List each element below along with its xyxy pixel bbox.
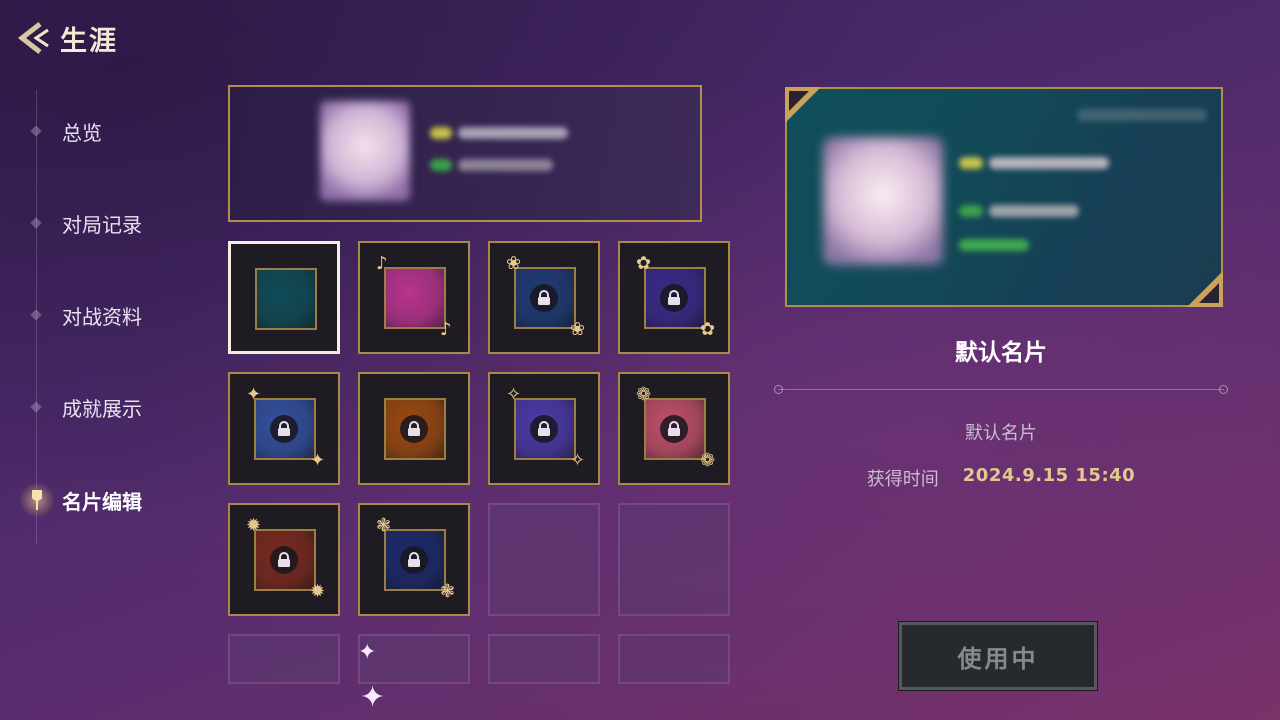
card-tile[interactable]: ❃ ❃ (358, 503, 470, 616)
obtain-time-label: 获得时间 (866, 469, 939, 490)
player-name (989, 157, 1109, 169)
card-decoration-icon: ✧ (570, 450, 586, 471)
empty-card-slot[interactable] (618, 634, 730, 684)
card-decoration-icon: ✧ (506, 384, 522, 405)
card-decoration-icon: ♪ (376, 253, 388, 274)
card-thumbnail (384, 267, 446, 329)
page-title: 生涯 (60, 25, 118, 57)
card-id (1077, 109, 1207, 121)
empty-card-slot[interactable] (228, 634, 340, 684)
player-name (458, 127, 568, 139)
card-decoration-icon: ❁ (700, 450, 716, 471)
profile-card-preview (228, 85, 702, 222)
lock-icon (660, 283, 688, 312)
card-decoration-icon: ❁ (636, 384, 652, 405)
card-tile[interactable] (358, 372, 470, 485)
avatar (823, 137, 943, 265)
lock-icon (270, 414, 298, 443)
card-decoration-icon: ❀ (570, 319, 586, 340)
sidebar-item-label: 总览 (62, 120, 102, 145)
back-button[interactable] (14, 18, 54, 58)
card-tile[interactable]: ✿ ✿ (618, 241, 730, 354)
diamond-bullet-icon (30, 217, 42, 229)
status-icon (430, 159, 452, 171)
empty-card-slot[interactable] (488, 503, 600, 616)
corner-ornament-icon (785, 87, 821, 123)
card-tile[interactable]: ❁ ❁ (618, 372, 730, 485)
card-thumbnail (255, 268, 317, 330)
lock-icon (660, 414, 688, 443)
sidebar-item-label: 名片编辑 (62, 489, 142, 514)
selected-card-preview (785, 87, 1223, 307)
in-use-button[interactable]: 使用中 (898, 621, 1098, 691)
sidebar-item-label: 成就展示 (62, 396, 142, 421)
diamond-bullet-icon (30, 309, 42, 321)
diamond-bullet-icon (30, 401, 42, 413)
card-tile[interactable]: ✦ ✦ (228, 372, 340, 485)
sidebar-item-label: 对局记录 (62, 212, 142, 237)
card-tile[interactable]: ♪ ♪ (358, 241, 470, 354)
card-decoration-icon: ✹ (310, 581, 326, 602)
sparkle-icon: ✦ (360, 680, 386, 715)
card-decoration-icon: ✦ (310, 450, 326, 471)
empty-card-slot[interactable] (618, 503, 730, 616)
diamond-bullet-icon (30, 125, 42, 137)
card-decoration-icon: ❃ (376, 515, 392, 536)
rank-icon (430, 127, 452, 139)
obtain-time-value: 2024.9.15 15:40 (962, 465, 1136, 486)
card-decoration-icon: ♪ (440, 319, 452, 340)
card-decoration-icon: ❀ (506, 253, 522, 274)
status-icon (959, 205, 983, 217)
card-decoration-icon: ✹ (246, 515, 262, 536)
badge (959, 239, 1029, 251)
empty-card-slot[interactable] (488, 634, 600, 684)
sidebar-item-card-edit[interactable]: 名片编辑 (0, 480, 190, 520)
obtain-time-row: 获得时间 2024.9.15 15:40 (778, 465, 1224, 491)
divider (774, 385, 1228, 394)
card-tile[interactable]: ✹ ✹ (228, 503, 340, 616)
card-decoration-icon: ✿ (700, 319, 716, 340)
sidebar-item-battle-stats[interactable]: 对战资料 (0, 295, 190, 335)
card-decoration-icon: ✦ (246, 384, 262, 405)
card-edit-icon (20, 483, 54, 517)
rank-icon (959, 157, 983, 169)
lock-icon (400, 545, 428, 574)
lock-icon (530, 283, 558, 312)
lock-icon (270, 545, 298, 574)
header: 生涯 (14, 18, 118, 58)
sidebar: 总览 对局记录 对战资料 成就展示 名片编辑 (0, 90, 200, 550)
card-description: 默认名片 (965, 423, 1037, 444)
card-decoration-icon: ✿ (636, 253, 652, 274)
player-info (989, 205, 1079, 217)
lock-icon (400, 414, 428, 443)
card-tile[interactable]: ❀ ❀ (488, 241, 600, 354)
card-tile[interactable] (228, 241, 340, 354)
corner-ornament-icon (1187, 271, 1223, 307)
card-decoration-icon: ❃ (440, 581, 456, 602)
sparkle-icon: ✦ (358, 640, 377, 665)
card-tile[interactable]: ✧ ✧ (488, 372, 600, 485)
player-info (458, 159, 553, 171)
sidebar-item-match-history[interactable]: 对局记录 (0, 203, 190, 243)
sidebar-item-label: 对战资料 (62, 304, 142, 329)
sidebar-item-overview[interactable]: 总览 (0, 111, 190, 151)
avatar (320, 101, 410, 201)
sidebar-item-achievements[interactable]: 成就展示 (0, 387, 190, 427)
lock-icon (530, 414, 558, 443)
card-title: 默认名片 (955, 340, 1047, 366)
back-arrow-icon (17, 22, 49, 54)
